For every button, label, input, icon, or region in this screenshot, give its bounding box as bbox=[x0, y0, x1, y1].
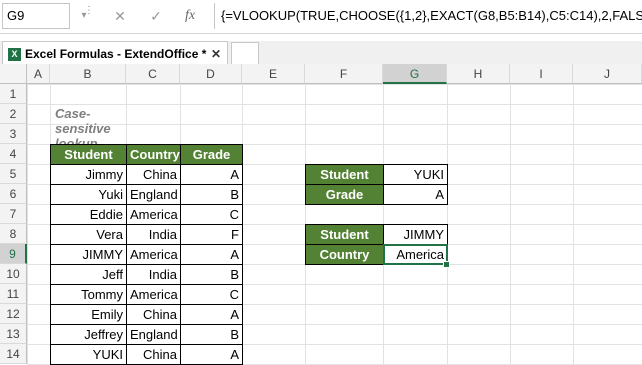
new-tab-button[interactable] bbox=[231, 42, 259, 65]
row-header-4[interactable]: 4 bbox=[0, 144, 27, 164]
table-cell-country[interactable]: America bbox=[126, 204, 181, 225]
row-header-13[interactable]: 13 bbox=[0, 324, 27, 344]
table-cell-student[interactable]: Emily bbox=[50, 304, 127, 325]
table-cell-country[interactable]: England bbox=[126, 184, 181, 205]
table-cell-grade[interactable]: A bbox=[180, 164, 243, 185]
fill-handle[interactable] bbox=[443, 261, 450, 268]
table-cell-grade[interactable]: B bbox=[180, 184, 243, 205]
formula-bar: G9 ▾ ⋮ ✕ ✓ fx {=VLOOKUP(TRUE,CHOOSE({1,2… bbox=[0, 0, 642, 34]
row-header-9[interactable]: 9 bbox=[0, 244, 27, 264]
column-header-e[interactable]: E bbox=[242, 64, 305, 84]
close-icon[interactable]: ✕ bbox=[211, 42, 221, 66]
table-cell-country[interactable]: China bbox=[126, 344, 181, 365]
row-header-8[interactable]: 8 bbox=[0, 224, 27, 244]
row-header-12[interactable]: 12 bbox=[0, 304, 27, 324]
column-header-d[interactable]: D bbox=[180, 64, 242, 84]
lookup-student-label[interactable]: Student bbox=[305, 224, 384, 245]
table-cell-country[interactable]: China bbox=[126, 304, 181, 325]
table-cell-grade[interactable]: A bbox=[180, 304, 243, 325]
excel-icon: X bbox=[8, 48, 21, 61]
table-cell-grade[interactable]: F bbox=[180, 224, 243, 245]
column-header-a[interactable]: A bbox=[27, 64, 50, 84]
row-header-5[interactable]: 5 bbox=[0, 164, 27, 184]
table-cell-country[interactable]: America bbox=[126, 284, 181, 305]
select-all-corner[interactable] bbox=[0, 64, 27, 84]
table-cell-country[interactable]: China bbox=[126, 164, 181, 185]
lookup-student-label[interactable]: Student bbox=[305, 164, 384, 185]
grid-line bbox=[573, 84, 574, 365]
row-header-7[interactable]: 7 bbox=[0, 204, 27, 224]
table-cell-grade[interactable]: B bbox=[180, 264, 243, 285]
table-cell-student[interactable]: Jimmy bbox=[50, 164, 127, 185]
table-cell-country[interactable]: England bbox=[126, 324, 181, 345]
workbook-tab-bar: X Excel Formulas - ExtendOffice * ✕ bbox=[0, 41, 642, 66]
column-header-f[interactable]: F bbox=[305, 64, 383, 84]
table-cell-country[interactable]: India bbox=[126, 264, 181, 285]
table-header-country[interactable]: Country bbox=[126, 144, 181, 165]
lookup-student-value[interactable]: JIMMY bbox=[383, 224, 448, 245]
drag-handle-icon[interactable]: ⋮ bbox=[84, 6, 94, 26]
lookup-student-value[interactable]: YUKI bbox=[383, 164, 448, 185]
enter-icon[interactable]: ✓ bbox=[144, 5, 168, 27]
column-header-g[interactable]: G bbox=[383, 64, 447, 84]
row-header-10[interactable]: 10 bbox=[0, 264, 27, 284]
grid-line bbox=[510, 84, 511, 365]
formula-input[interactable]: {=VLOOKUP(TRUE,CHOOSE({1,2},EXACT(G8,B5:… bbox=[214, 3, 642, 29]
name-box[interactable]: G9 bbox=[2, 3, 70, 29]
lookup-grade-label[interactable]: Grade bbox=[305, 184, 384, 205]
table-cell-country[interactable]: America bbox=[126, 244, 181, 265]
row-header-14[interactable]: 14 bbox=[0, 344, 27, 364]
row-header-2[interactable]: 2 bbox=[0, 104, 27, 124]
table-cell-grade[interactable]: B bbox=[180, 324, 243, 345]
cancel-icon[interactable]: ✕ bbox=[108, 5, 132, 27]
table-cell-grade[interactable]: A bbox=[180, 244, 243, 265]
table-cell-student[interactable]: JIMMY bbox=[50, 244, 127, 265]
table-cell-grade[interactable]: C bbox=[180, 284, 243, 305]
insert-function-button[interactable]: fx bbox=[178, 5, 202, 27]
table-cell-student[interactable]: Yuki bbox=[50, 184, 127, 205]
table-cell-student[interactable]: Eddie bbox=[50, 204, 127, 225]
row-header-1[interactable]: 1 bbox=[0, 84, 27, 104]
column-header-j[interactable]: J bbox=[573, 64, 642, 84]
table-cell-student[interactable]: Jeffrey bbox=[50, 324, 127, 345]
workbook-tab-title: Excel Formulas - ExtendOffice * bbox=[25, 47, 207, 61]
row-header-6[interactable]: 6 bbox=[0, 184, 27, 204]
column-header-i[interactable]: I bbox=[510, 64, 573, 84]
row-header-11[interactable]: 11 bbox=[0, 284, 27, 304]
table-cell-student[interactable]: Vera bbox=[50, 224, 127, 245]
table-cell-student[interactable]: Jeff bbox=[50, 264, 127, 285]
table-cell-grade[interactable]: A bbox=[180, 344, 243, 365]
column-header-c[interactable]: C bbox=[126, 64, 180, 84]
table-cell-country[interactable]: India bbox=[126, 224, 181, 245]
lookup-grade-result[interactable]: A bbox=[383, 184, 448, 205]
column-header-h[interactable]: H bbox=[447, 64, 510, 84]
table-cell-student[interactable]: Tommy bbox=[50, 284, 127, 305]
row-header-3[interactable]: 3 bbox=[0, 124, 27, 144]
workbook-tab[interactable]: X Excel Formulas - ExtendOffice * ✕ bbox=[2, 41, 228, 66]
table-cell-student[interactable]: YUKI bbox=[50, 344, 127, 365]
column-header-b[interactable]: B bbox=[50, 64, 126, 84]
table-cell-grade[interactable]: C bbox=[180, 204, 243, 225]
table-header-student[interactable]: Student bbox=[50, 144, 127, 165]
active-cell-g9[interactable]: America bbox=[383, 244, 448, 265]
lookup-country-label[interactable]: Country bbox=[305, 244, 384, 265]
table-header-grade[interactable]: Grade bbox=[180, 144, 243, 165]
